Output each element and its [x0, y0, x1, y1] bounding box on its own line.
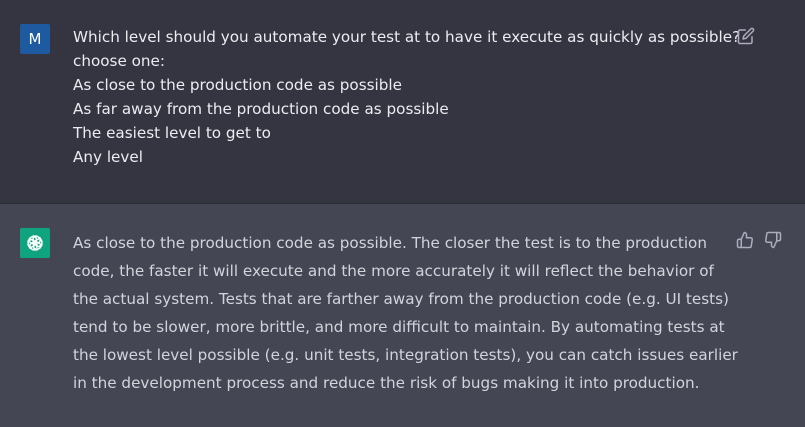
user-message-line: As far away from the production code as … [73, 100, 449, 118]
user-message-text: Which level should you automate your tes… [73, 25, 741, 169]
user-message-line: The easiest level to get to [73, 124, 271, 142]
edit-icon[interactable] [737, 27, 755, 45]
user-message-line: Which level should you automate your tes… [73, 28, 741, 46]
user-message-line: As close to the production code as possi… [73, 76, 402, 94]
assistant-message: As close to the production code as possi… [0, 204, 805, 427]
openai-logo-icon [20, 228, 50, 258]
user-message-line: choose one: [73, 52, 166, 70]
user-message-line: Any level [73, 148, 143, 166]
user-avatar: M [20, 24, 50, 54]
assistant-message-text: As close to the production code as possi… [73, 234, 738, 392]
thumbs-up-icon[interactable] [736, 231, 754, 249]
thumbs-down-icon[interactable] [764, 231, 782, 249]
user-message: M Which level should you automate your t… [0, 0, 805, 204]
